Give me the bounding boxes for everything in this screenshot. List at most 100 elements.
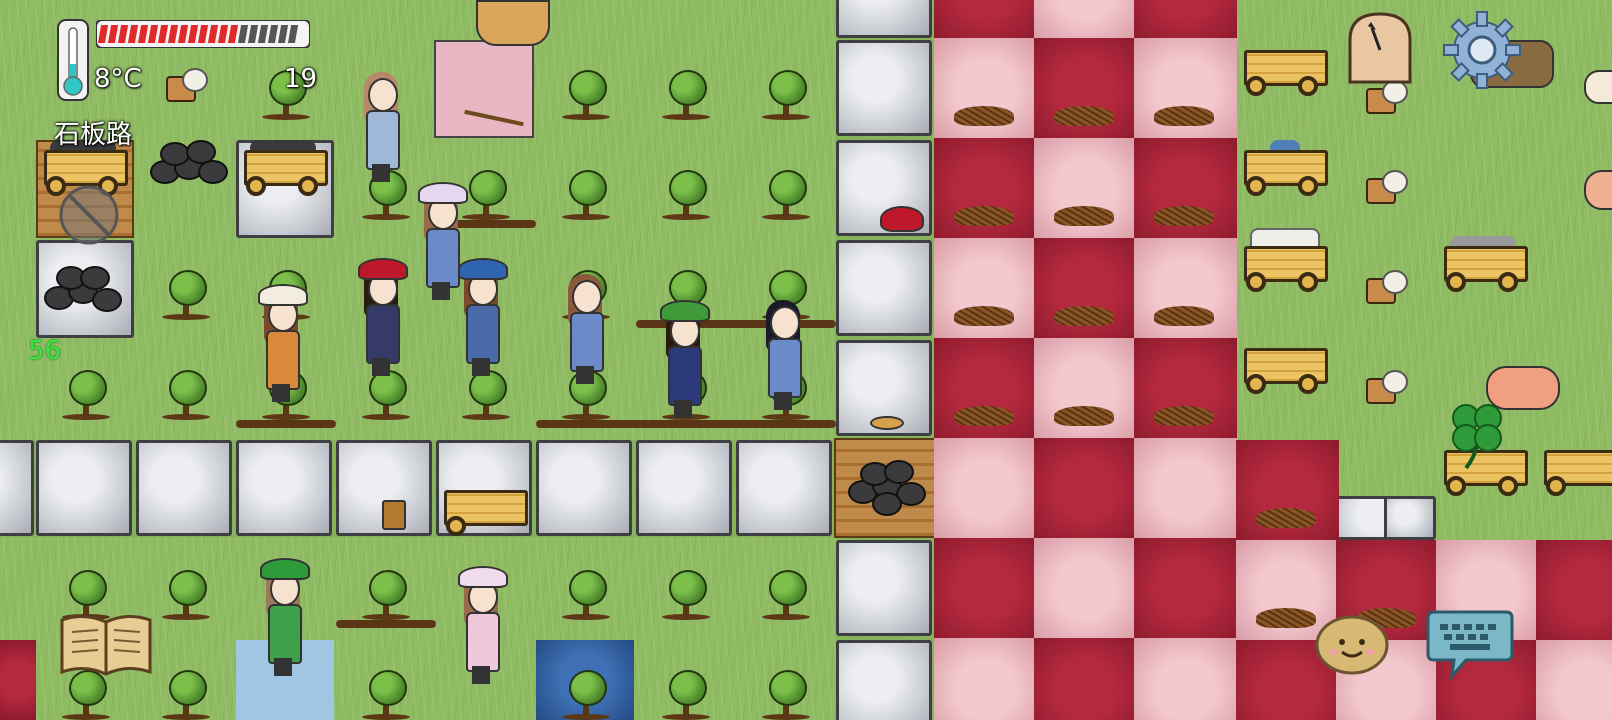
- gooseberry-bush[interactable]: [562, 670, 610, 720]
- gooseberry-bush[interactable]: [662, 170, 710, 220]
- villager[interactable]: [256, 284, 308, 404]
- gooseberry-bush[interactable]: [762, 70, 810, 120]
- potato-face-icon[interactable]: [1314, 614, 1390, 676]
- carpet-tile[interactable]: [934, 538, 1037, 641]
- villager[interactable]: [658, 300, 710, 420]
- villager[interactable]: [456, 566, 508, 686]
- flat-stone-item[interactable]: [870, 416, 904, 430]
- stone-path-tile[interactable]: [836, 240, 932, 336]
- carpet-tile[interactable]: [1536, 540, 1612, 643]
- handcart[interactable]: [440, 480, 528, 540]
- stone-path-tile[interactable]: [536, 440, 632, 536]
- handcart[interactable]: [1240, 338, 1328, 398]
- game-world[interactable]: [0, 0, 1612, 720]
- gooseberry-bush[interactable]: [462, 170, 510, 220]
- red-hat-item[interactable]: [880, 206, 924, 232]
- tree-stump[interactable]: [1360, 370, 1408, 404]
- tree-stump[interactable]: [1360, 170, 1408, 204]
- carpet-tile[interactable]: [0, 640, 36, 720]
- clock-icon[interactable]: [1344, 10, 1416, 88]
- rock-pile[interactable]: [842, 452, 932, 522]
- book-icon[interactable]: [58, 612, 154, 678]
- gooseberry-bush[interactable]: [762, 670, 810, 720]
- compost-pile[interactable]: [1054, 106, 1114, 126]
- compost-pile[interactable]: [954, 206, 1014, 226]
- carpet-tile[interactable]: [1134, 438, 1237, 541]
- stone-path-tile[interactable]: [836, 0, 932, 38]
- gooseberry-bush[interactable]: [662, 570, 710, 620]
- carpet-tile[interactable]: [1034, 438, 1137, 541]
- villager[interactable]: [356, 258, 408, 378]
- handcart[interactable]: [240, 140, 328, 200]
- compost-pile[interactable]: [1054, 206, 1114, 226]
- stone-path-tile[interactable]: [836, 640, 932, 720]
- handcart[interactable]: [1440, 236, 1528, 296]
- stone-path-tile[interactable]: [0, 440, 34, 536]
- stone-path-tile[interactable]: [1384, 496, 1436, 540]
- gooseberry-bush[interactable]: [362, 570, 410, 620]
- carpet-tile[interactable]: [1134, 0, 1237, 41]
- gooseberry-bush[interactable]: [562, 570, 610, 620]
- carpet-tile[interactable]: [1034, 638, 1137, 720]
- stone-well[interactable]: [146, 120, 236, 190]
- carpet-tile[interactable]: [1034, 0, 1137, 41]
- gooseberry-bush[interactable]: [662, 670, 710, 720]
- compost-pile[interactable]: [1256, 608, 1316, 628]
- rock-pile[interactable]: [40, 256, 130, 326]
- compost-pile[interactable]: [1154, 106, 1214, 126]
- compost-pile[interactable]: [1054, 306, 1114, 326]
- tree-stump[interactable]: [160, 68, 208, 102]
- compost-pile[interactable]: [954, 406, 1014, 426]
- compost-pile[interactable]: [954, 306, 1014, 326]
- compost-pile[interactable]: [1154, 206, 1214, 226]
- stone-path-tile[interactable]: [736, 440, 832, 536]
- villager[interactable]: [456, 258, 508, 378]
- gooseberry-bush[interactable]: [162, 370, 210, 420]
- carpet-tile[interactable]: [934, 0, 1037, 41]
- stone-path-tile[interactable]: [836, 40, 932, 136]
- stone-path-tile[interactable]: [836, 540, 932, 636]
- tree-stump[interactable]: [1360, 270, 1408, 304]
- stone-path-tile[interactable]: [236, 440, 332, 536]
- sheep[interactable]: [1584, 70, 1612, 104]
- handcart[interactable]: [1240, 40, 1328, 100]
- bucket-item[interactable]: [382, 500, 406, 530]
- gooseberry-bush[interactable]: [762, 170, 810, 220]
- compost-pile[interactable]: [1154, 306, 1214, 326]
- tent[interactable]: [476, 0, 550, 46]
- stone-path-tile[interactable]: [136, 440, 232, 536]
- gooseberry-bush[interactable]: [562, 70, 610, 120]
- gooseberry-bush[interactable]: [662, 70, 710, 120]
- no-food-icon: [58, 184, 120, 246]
- location-label: 石板路: [54, 120, 133, 150]
- keyboard-chat-icon[interactable]: [1426, 608, 1514, 681]
- handcart-with-sheep[interactable]: [1240, 228, 1328, 296]
- compost-pile[interactable]: [1256, 508, 1316, 528]
- villager[interactable]: [758, 292, 808, 412]
- compost-pile[interactable]: [954, 106, 1014, 126]
- villager[interactable]: [258, 558, 310, 678]
- compost-pile[interactable]: [1154, 406, 1214, 426]
- stone-path-tile[interactable]: [36, 440, 132, 536]
- gooseberry-bush[interactable]: [362, 670, 410, 720]
- carpet-tile[interactable]: [934, 438, 1037, 541]
- handcart[interactable]: [1240, 140, 1328, 200]
- gooseberry-bush[interactable]: [762, 570, 810, 620]
- gooseberry-bush[interactable]: [162, 570, 210, 620]
- stone-path-tile[interactable]: [636, 440, 732, 536]
- villager[interactable]: [560, 266, 610, 386]
- gooseberry-bush[interactable]: [162, 670, 210, 720]
- gear-icon[interactable]: [1442, 10, 1522, 90]
- carpet-tile[interactable]: [1536, 640, 1612, 720]
- carpet-tile[interactable]: [1134, 638, 1237, 720]
- sheep[interactable]: [1584, 170, 1612, 210]
- carpet-tile[interactable]: [1034, 538, 1137, 641]
- carpet-tile[interactable]: [1134, 538, 1237, 641]
- carpet-tile[interactable]: [934, 638, 1037, 720]
- compost-pile[interactable]: [1054, 406, 1114, 426]
- gooseberry-bush[interactable]: [162, 270, 210, 320]
- gooseberry-bush[interactable]: [62, 370, 110, 420]
- villager[interactable]: [356, 64, 406, 184]
- gooseberry-bush[interactable]: [562, 170, 610, 220]
- handcart[interactable]: [1540, 440, 1612, 500]
